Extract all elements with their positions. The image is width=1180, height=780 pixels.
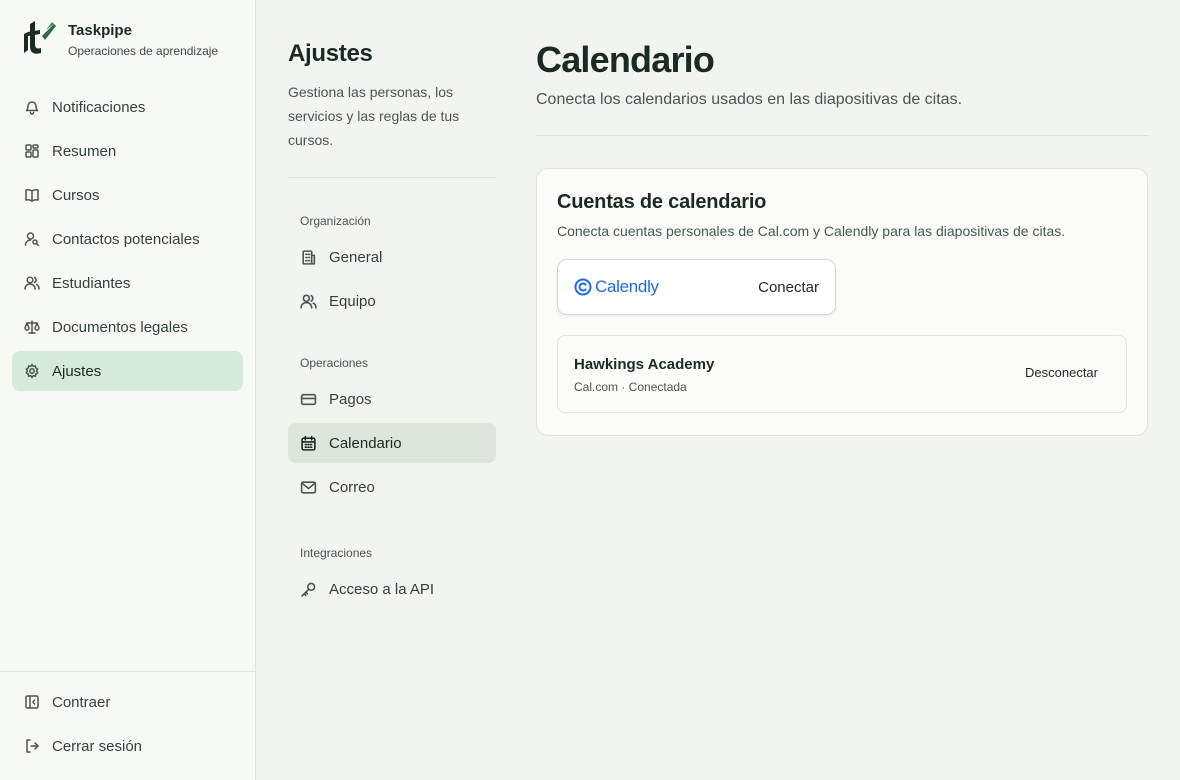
users-icon bbox=[24, 276, 40, 290]
taskpipe-logo-icon bbox=[24, 21, 56, 54]
users-icon bbox=[300, 294, 317, 309]
calendly-icon bbox=[574, 278, 592, 296]
collapse-label: Contraer bbox=[52, 693, 111, 711]
calendly-provider-row[interactable]: Calendly Conectar bbox=[557, 259, 836, 315]
calendly-logo: Calendly bbox=[574, 277, 659, 297]
sidebar: Taskpipe Operaciones de aprendizaje Noti… bbox=[0, 0, 256, 780]
divider bbox=[536, 135, 1148, 136]
settings-item-correo[interactable]: Correo bbox=[288, 467, 496, 507]
settings-item-calendario[interactable]: Calendario bbox=[288, 423, 496, 463]
brand-subtitle: Operaciones de aprendizaje bbox=[68, 44, 219, 58]
brand[interactable]: Taskpipe Operaciones de aprendizaje bbox=[20, 20, 218, 58]
book-icon bbox=[25, 189, 39, 202]
main-nav: Notificaciones Resumen Cursos Contactos … bbox=[12, 87, 243, 395]
settings-description: Gestiona las personas, los servicios y l… bbox=[288, 84, 460, 148]
card-description: Conecta cuentas personales de Cal.com y … bbox=[557, 223, 1066, 239]
sidebar-item-ajustes[interactable]: Ajustes bbox=[12, 351, 243, 391]
sidebar-item-contactos-potenciales[interactable]: Contactos potenciales bbox=[12, 219, 243, 259]
sidebar-item-cursos[interactable]: Cursos bbox=[12, 175, 243, 215]
calendar-accounts-card: Cuentas de calendario Conecta cuentas pe… bbox=[536, 168, 1148, 436]
group-label-operaciones: Operaciones bbox=[300, 356, 369, 370]
sidebar-item-label: Cursos bbox=[52, 186, 100, 204]
settings-item-label: Acceso a la API bbox=[329, 580, 435, 598]
sidebar-item-label: Ajustes bbox=[52, 362, 102, 380]
credit-card-icon bbox=[300, 393, 317, 405]
account-status: Cal.com · Conectada bbox=[574, 380, 687, 394]
sidebar-item-label: Documentos legales bbox=[52, 318, 188, 336]
collapse-icon bbox=[25, 695, 39, 709]
settings-item-equipo[interactable]: Equipo bbox=[288, 281, 496, 321]
sidebar-item-label: Notificaciones bbox=[52, 98, 146, 116]
settings-item-label: Pagos bbox=[329, 390, 372, 408]
settings-item-label: Correo bbox=[329, 478, 375, 496]
sidebar-item-label: Resumen bbox=[52, 142, 117, 160]
collapse-sidebar-button[interactable]: Contraer bbox=[12, 682, 243, 722]
connect-calendly-button[interactable]: Conectar bbox=[758, 279, 819, 296]
scale-icon bbox=[24, 320, 40, 334]
settings-nav: Ajustes Gestiona las personas, los servi… bbox=[288, 40, 496, 613]
calendar-icon bbox=[301, 435, 316, 451]
page-subtitle: Conecta los calendarios usados en las di… bbox=[536, 91, 963, 108]
sidebar-item-label: Estudiantes bbox=[52, 274, 131, 292]
card-title: Cuentas de calendario bbox=[557, 191, 767, 213]
settings-item-pagos[interactable]: Pagos bbox=[288, 379, 496, 419]
settings-item-general[interactable]: General bbox=[288, 237, 496, 277]
settings-item-label: Calendario bbox=[329, 434, 402, 452]
connected-account-row: Hawkings Academy Cal.com · Conectada Des… bbox=[557, 335, 1127, 413]
settings-item-label: Equipo bbox=[329, 292, 376, 310]
sidebar-footer: Contraer Cerrar sesión bbox=[0, 671, 255, 770]
sidebar-item-resumen[interactable]: Resumen bbox=[12, 131, 243, 171]
logout-label: Cerrar sesión bbox=[52, 737, 143, 755]
key-icon bbox=[301, 582, 316, 597]
user-search-icon bbox=[24, 232, 40, 247]
gear-icon bbox=[25, 363, 39, 379]
mail-icon bbox=[300, 480, 317, 494]
dashboard-icon bbox=[25, 144, 39, 158]
disconnect-button[interactable]: Desconectar bbox=[1025, 365, 1098, 380]
main-content: Calendario Conecta los calendarios usado… bbox=[536, 40, 1148, 436]
sidebar-item-label: Contactos potenciales bbox=[52, 230, 200, 248]
sidebar-item-notificaciones[interactable]: Notificaciones bbox=[12, 87, 243, 127]
group-label-organizacion: Organización bbox=[300, 214, 371, 228]
logout-button[interactable]: Cerrar sesión bbox=[12, 726, 243, 766]
sidebar-item-documentos-legales[interactable]: Documentos legales bbox=[12, 307, 243, 347]
settings-title: Ajustes bbox=[288, 40, 373, 67]
group-label-integraciones: Integraciones bbox=[300, 546, 373, 560]
sidebar-item-estudiantes[interactable]: Estudiantes bbox=[12, 263, 243, 303]
building-icon bbox=[302, 249, 316, 265]
calendly-wordmark: Calendly bbox=[595, 277, 659, 296]
brand-name: Taskpipe bbox=[68, 22, 132, 39]
logout-icon bbox=[26, 739, 39, 753]
settings-item-acceso-api[interactable]: Acceso a la API bbox=[288, 569, 496, 609]
settings-item-label: General bbox=[329, 248, 383, 266]
page-title: Calendario bbox=[536, 39, 715, 80]
bell-icon bbox=[25, 101, 39, 115]
